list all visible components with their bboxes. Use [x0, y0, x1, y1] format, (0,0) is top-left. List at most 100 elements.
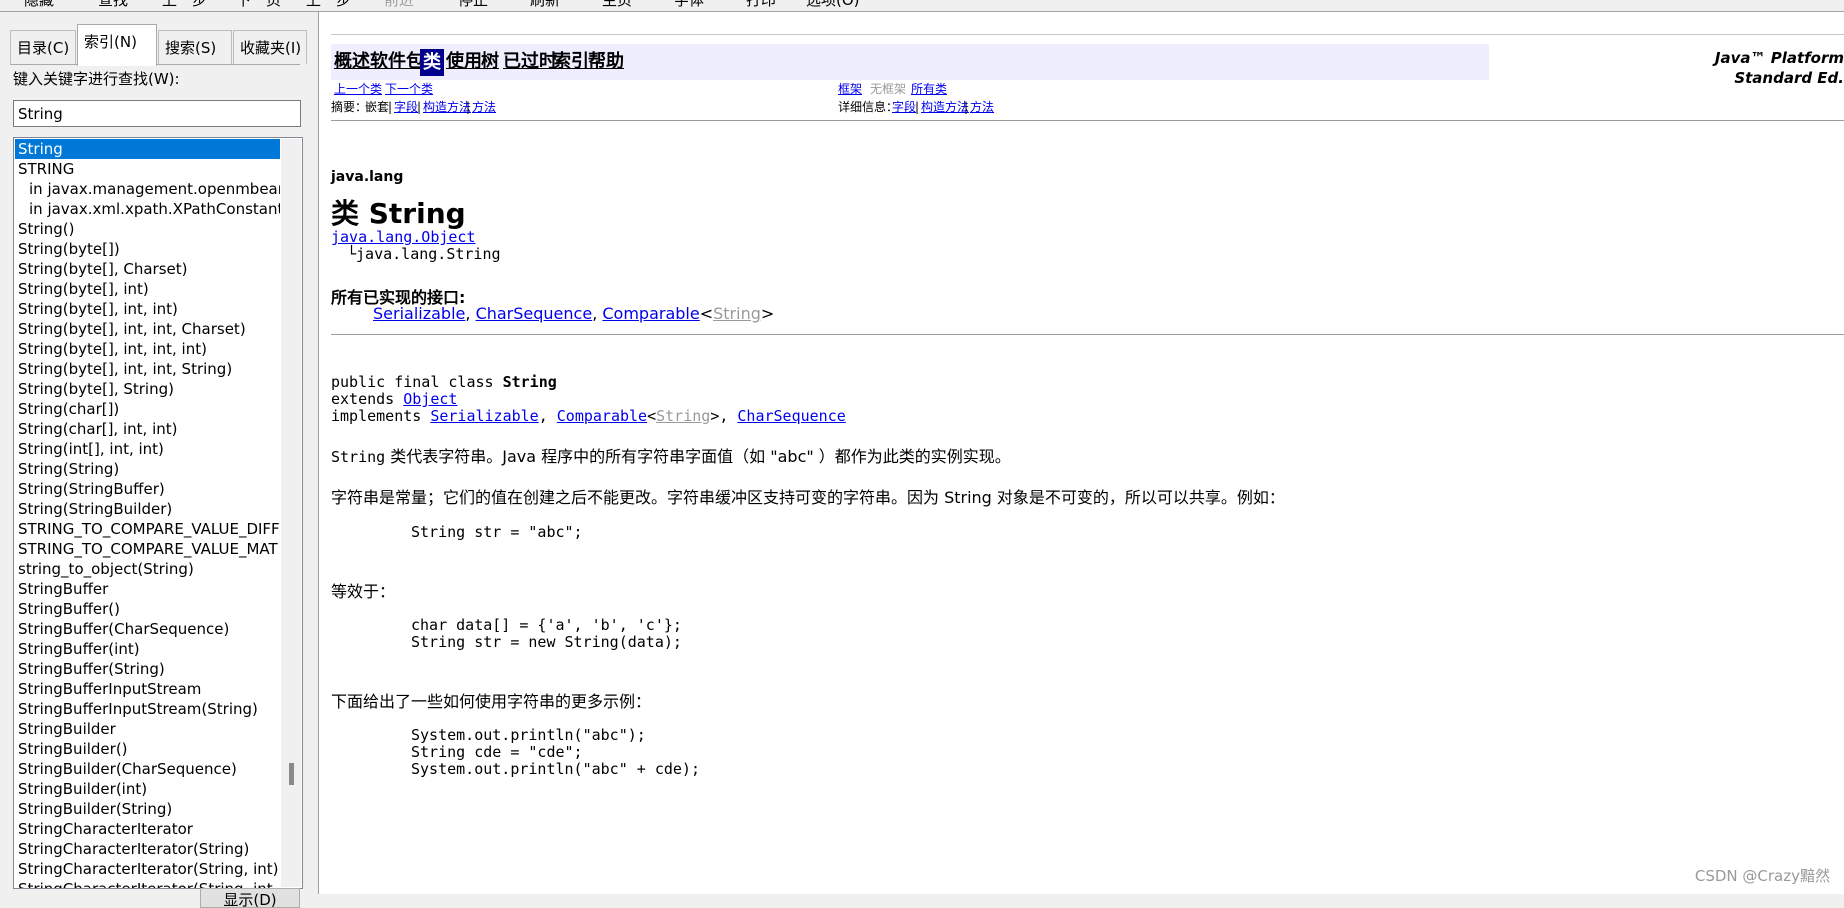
keyword-input[interactable]	[13, 100, 301, 127]
index-list-item[interactable]: STRING	[15, 159, 280, 179]
code-example-3-line1: System.out.println("abc");	[411, 726, 646, 744]
index-list-item[interactable]: String()	[15, 219, 280, 239]
detail-label: 详细信息：	[838, 100, 899, 114]
index-list-item[interactable]: StringBuilder()	[15, 739, 280, 759]
index-list-item[interactable]: String(int[], int, int)	[15, 439, 280, 459]
summary-constructor-link[interactable]: 构造方法	[423, 99, 471, 115]
index-list-item[interactable]: StringCharacterIterator(String)	[15, 839, 280, 859]
index-list-item[interactable]: String(StringBuilder)	[15, 499, 280, 519]
code-example-2-line1: char data[] = {'a', 'b', 'c'};	[411, 616, 682, 634]
options-button[interactable]: 选项(O)	[806, 0, 860, 10]
implements-string-link[interactable]: String	[656, 407, 710, 425]
implements-serializable-link[interactable]: Serializable	[430, 407, 538, 425]
code-example-1: String str = "abc";	[411, 523, 583, 541]
summary-nested: 嵌套	[365, 100, 390, 114]
all-classes-link[interactable]: 所有类	[911, 81, 947, 97]
hierarchy-parent-link[interactable]: java.lang.Object	[331, 228, 476, 246]
next-class-link[interactable]: 下一个类	[385, 81, 433, 97]
serializable-link[interactable]: Serializable	[373, 304, 465, 323]
index-list-item[interactable]: String(StringBuffer)	[15, 479, 280, 499]
implements-charsequence-link[interactable]: CharSequence	[737, 407, 845, 425]
tab-contents[interactable]: 目录(C)	[10, 30, 76, 64]
tab-search[interactable]: 搜索(S)	[158, 30, 232, 64]
detail-constructor-link[interactable]: 构造方法	[921, 99, 969, 115]
back-button[interactable]: 上一步	[162, 0, 207, 10]
index-list-item[interactable]: StringBuilder	[15, 719, 280, 739]
index-list-item[interactable]: String(byte[], String)	[15, 379, 280, 399]
index-list-item[interactable]: StringBufferInputStream(String)	[15, 699, 280, 719]
code-example-3-line3: System.out.println("abc" + cde);	[411, 760, 700, 778]
next-page-button[interactable]: 下一页	[236, 0, 281, 10]
charsequence-link[interactable]: CharSequence	[476, 304, 593, 323]
index-list-item[interactable]: STRING_TO_COMPARE_VALUE_DIFFI	[15, 519, 280, 539]
home-button[interactable]: 主页	[602, 0, 632, 10]
index-list-item[interactable]: String(byte[], int, int, Charset)	[15, 319, 280, 339]
index-list-item[interactable]: String(byte[], int, int)	[15, 299, 280, 319]
index-list-item[interactable]: String(byte[], int)	[15, 279, 280, 299]
refresh-button[interactable]: 刷新	[530, 0, 560, 10]
print-button[interactable]: 打印	[746, 0, 776, 10]
implements-comparable-link[interactable]: Comparable	[557, 407, 647, 425]
tab-index[interactable]: 索引(N)	[77, 24, 157, 66]
detail-method-link[interactable]: 方法	[970, 99, 994, 115]
index-scrollbar[interactable]	[281, 139, 301, 887]
index-list[interactable]: String STRING in javax.management.openmbea…	[13, 137, 303, 889]
extends-object-link[interactable]: Object	[403, 390, 457, 408]
stop-button[interactable]: 停止	[458, 0, 488, 10]
nav-overview[interactable]: 概述	[334, 44, 370, 80]
summary-field-link[interactable]: 字段	[394, 99, 418, 115]
tab-favorites[interactable]: 收藏夹(I)	[233, 30, 307, 64]
summary-method-link[interactable]: 方法	[472, 99, 496, 115]
index-list-item[interactable]: StringCharacterIterator(String, int)	[15, 859, 280, 879]
index-list-item[interactable]: String(String)	[15, 459, 280, 479]
index-list-item[interactable]: StringBufferInputStream	[15, 679, 280, 699]
index-list-item[interactable]: STRING_TO_COMPARE_VALUE_MAT	[15, 539, 280, 559]
brand-line2: Standard Ed.	[1734, 69, 1844, 87]
prev-class-link[interactable]: 上一个类	[334, 81, 382, 97]
nav-deprecated[interactable]: 已过时	[503, 44, 557, 80]
index-list-item[interactable]: String(char[], int, int)	[15, 419, 280, 439]
index-list-item[interactable]: StringBuffer(String)	[15, 659, 280, 679]
forward-button[interactable]: 前进	[384, 0, 414, 10]
pane-splitter[interactable]	[308, 12, 318, 894]
nav-package[interactable]: 软件包	[370, 44, 424, 80]
declaration-line3: implements Serializable, Comparable<Stri…	[331, 407, 846, 425]
no-frames-link[interactable]: 无框架	[870, 81, 906, 97]
index-list-item[interactable]: StringCharacterIterator	[15, 819, 280, 839]
index-list-item[interactable]: String(byte[], int, int, int)	[15, 339, 280, 359]
prev-step-button[interactable]: 上一步	[306, 0, 351, 10]
find-button[interactable]: 查找	[98, 0, 128, 10]
index-list-item[interactable]: string_to_object(String)	[15, 559, 280, 579]
separator: |	[388, 100, 393, 114]
index-list-item[interactable]: StringBuffer(CharSequence)	[15, 619, 280, 639]
index-list-item[interactable]: StringBuffer(int)	[15, 639, 280, 659]
index-list-item[interactable]: StringBuilder(int)	[15, 779, 280, 799]
declaration-line1: public final class String	[331, 373, 557, 391]
index-list-item[interactable]: String	[15, 139, 280, 159]
nav-help[interactable]: 帮助	[588, 44, 624, 80]
nav-use[interactable]: 使用	[446, 44, 482, 80]
nav-tree[interactable]: 树	[481, 44, 499, 80]
frames-link[interactable]: 框架	[838, 81, 862, 97]
hierarchy-child: └java.lang.String	[347, 245, 501, 263]
index-list-item[interactable]: in javax.management.openmbean.	[15, 179, 280, 199]
hide-button[interactable]: 隐藏	[24, 0, 54, 10]
code-example-3-line2: String cde = "cde";	[411, 743, 583, 761]
index-list-item[interactable]: StringBuilder(String)	[15, 799, 280, 819]
index-list-item[interactable]: String(byte[], Charset)	[15, 259, 280, 279]
index-list-item[interactable]: StringBuffer	[15, 579, 280, 599]
index-list-item[interactable]: String(byte[])	[15, 239, 280, 259]
string-type-link[interactable]: String	[713, 304, 761, 323]
index-scrollbar-thumb[interactable]	[289, 763, 294, 785]
code-example-2-line2: String str = new String(data);	[411, 633, 682, 651]
index-list-item[interactable]: StringBuffer()	[15, 599, 280, 619]
comparable-link[interactable]: Comparable	[602, 304, 699, 323]
index-list-item[interactable]: StringBuilder(CharSequence)	[15, 759, 280, 779]
index-list-item[interactable]: String(char[])	[15, 399, 280, 419]
index-list-item[interactable]: in javax.xml.xpath.XPathConstants	[15, 199, 280, 219]
display-button[interactable]: 显示(D)	[200, 888, 300, 908]
detail-field-link[interactable]: 字段	[892, 99, 916, 115]
nav-index[interactable]: 索引	[553, 44, 589, 80]
font-button[interactable]: 字体	[674, 0, 704, 10]
index-list-item[interactable]: String(byte[], int, int, String)	[15, 359, 280, 379]
